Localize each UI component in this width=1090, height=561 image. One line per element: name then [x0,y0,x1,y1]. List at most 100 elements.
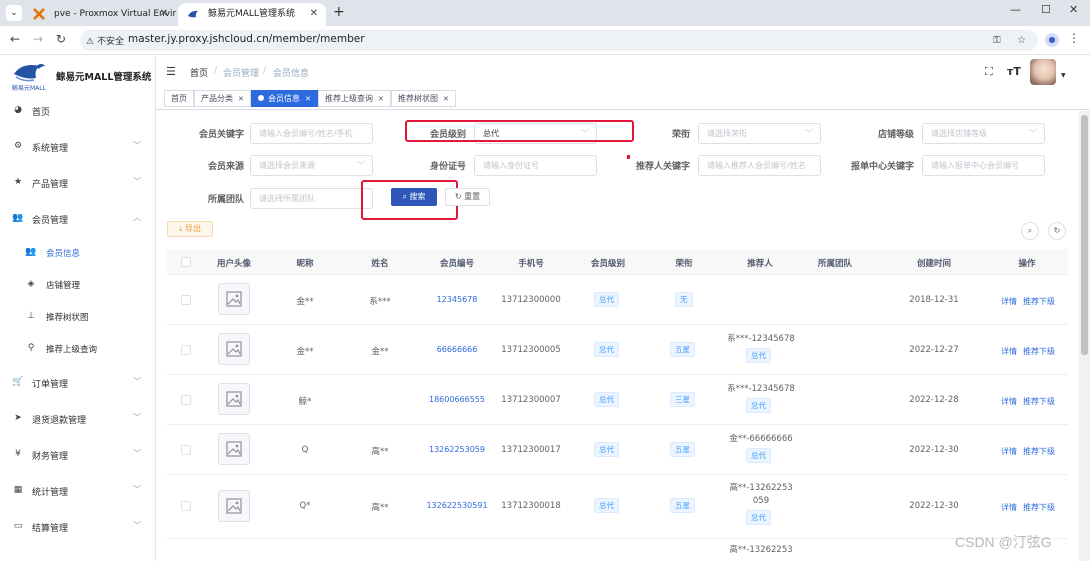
fullscreen-icon[interactable]: ⛶ [985,65,993,79]
forward-arrow-icon[interactable]: → [33,32,43,46]
toggle-search-icon[interactable]: ⌕ [1021,222,1039,240]
font-size-icon[interactable]: тT [1007,65,1021,78]
browser-tab-mall[interactable]: 鲸易元MALL管理系统 ✕ [178,3,326,26]
sub-link[interactable]: 推荐下级 [1023,446,1055,457]
sidebar-sub-tree[interactable]: ⊥ 推荐树状图 [0,302,155,334]
team-select[interactable]: 请选择所属团队 [250,188,373,209]
honor-tag: 无 [675,292,693,307]
chevron-down-icon: ﹀ [133,521,141,530]
source-select[interactable]: 请选择会员来源 ﹀ [250,155,373,176]
sidebar-item-settlement[interactable]: ▭ 结算管理 ﹀ [0,510,155,546]
url-text[interactable]: master.jy.proxy.jshcloud.cn/member/membe… [128,33,365,45]
sidebar-item-member[interactable]: 👥 会员管理 ︿ [0,202,155,238]
breadcrumb-member[interactable]: 会员管理 [223,66,259,79]
honor-select[interactable]: 请选择荣衔 ﹀ [698,123,821,144]
referrer-input[interactable]: 请输入推荐人会员编号/姓名 [698,155,821,176]
detail-link[interactable]: 详情 [1001,296,1017,307]
tag-upline-query[interactable]: 推荐上级查询 ✕ [318,90,391,107]
level-tag: 总代 [594,342,619,357]
sub-link[interactable]: 推荐下级 [1023,296,1055,307]
key-icon[interactable]: ⚿ [993,35,1001,46]
search-button[interactable]: ⌕ 搜索 [391,188,437,206]
page-scrollbar[interactable] [1079,111,1090,561]
user-avatar[interactable] [1030,59,1056,85]
row-checkbox[interactable] [181,345,191,355]
close-icon[interactable]: ✕ [238,95,244,103]
sidebar-item-stats[interactable]: ▦ 统计管理 ﹀ [0,474,155,510]
address-toolbar: ← → ↻ ⚠ 不安全 master.jy.proxy.jshcloud.cn/… [0,26,1090,55]
close-icon[interactable]: ✕ [443,95,449,103]
honor-label: 荣衔 [671,130,690,140]
new-tab-plus-icon[interactable]: + [333,4,345,20]
tags-view: 首页 产品分类 ✕ 会员信息 ✕ 推荐上级查询 ✕ 推荐树状图 ✕ [156,88,1090,110]
caret-down-icon[interactable]: ▼ [1061,72,1066,79]
sub-link[interactable]: 推荐下级 [1023,396,1055,407]
tag-member-info[interactable]: 会员信息 ✕ [251,90,318,107]
sub-link[interactable]: 推荐下级 [1023,502,1055,513]
tab-search-chevron-icon[interactable]: ⌄ [6,5,22,21]
chevron-up-icon: ︿ [133,213,141,222]
sidebar-item-product[interactable]: ★ 产品管理 ﹀ [0,166,155,202]
browser-tab-pve[interactable]: pve - Proxmox Virtual Environ ✕ [24,3,176,26]
close-icon[interactable]: ✕ [160,3,168,25]
table-header: 用户头像 昵称 姓名 会员编号 手机号 会员级别 荣衔 推荐人 所属团队 创建时… [167,249,1068,275]
tag-label: 会员信息 [268,94,300,103]
sidebar-sub-member-info[interactable]: 👥 会员信息 [0,238,155,270]
security-indicator[interactable]: ⚠ 不安全 [86,34,124,47]
honor-tag: 三星 [670,392,695,407]
sidebar-item-finance[interactable]: ¥ 财务管理 ﹀ [0,438,155,474]
col-nickname: 昵称 [296,259,314,269]
store-level-select[interactable]: 请选择店铺等级 ﹀ [922,123,1045,144]
row-checkbox[interactable] [181,395,191,405]
tag-tree[interactable]: 推荐树状图 ✕ [391,90,456,107]
sidebar-item-refund[interactable]: ➤ 退货退款管理 ﹀ [0,402,155,438]
sidebar-item-home[interactable]: ◕ 首页 [0,94,155,130]
menu-fold-icon[interactable]: ☰ [166,65,176,78]
profile-icon[interactable]: ● [1045,33,1059,47]
id-card-input[interactable]: 请输入身份证号 [474,155,597,176]
referrer-level-tag: 总代 [746,348,771,363]
row-checkbox[interactable] [181,501,191,511]
sidebar-sub-upline[interactable]: ⚲ 推荐上级查询 [0,334,155,366]
url-bar[interactable]: ⚠ 不安全 master.jy.proxy.jshcloud.cn/member… [80,30,1038,51]
select-all-checkbox[interactable] [181,257,191,267]
cell-phone: 13712300017 [501,445,561,455]
scrollbar-thumb[interactable] [1081,115,1088,355]
cell-nickname: Q* [299,501,311,511]
col-referrer: 推荐人 [747,259,773,269]
col-code: 会员编号 [439,259,474,269]
close-icon[interactable]: ✕ [305,95,311,103]
tag-home[interactable]: 首页 [164,90,194,107]
breadcrumb-home[interactable]: 首页 [190,66,208,79]
row-checkbox[interactable] [181,445,191,455]
back-arrow-icon[interactable]: ← [10,32,20,46]
reset-button[interactable]: ↻ 重置 [445,188,490,206]
browser-menu-icon[interactable]: ⋮ [1068,31,1080,45]
refresh-table-icon[interactable]: ↻ [1048,222,1066,240]
row-checkbox[interactable] [181,295,191,305]
window-close-icon[interactable]: ✕ [1069,3,1078,16]
detail-link[interactable]: 详情 [1001,346,1017,357]
center-input[interactable]: 请输入报单中心会员编号 [922,155,1045,176]
detail-link[interactable]: 详情 [1001,502,1017,513]
close-icon[interactable]: ✕ [310,3,318,25]
close-icon[interactable]: ✕ [378,95,384,103]
detail-link[interactable]: 详情 [1001,396,1017,407]
chevron-down-icon: ﹀ [133,413,141,422]
sidebar-sub-store[interactable]: ◈ 店铺管理 [0,270,155,302]
reload-icon[interactable]: ↻ [56,32,66,46]
detail-link[interactable]: 详情 [1001,446,1017,457]
cell-phone: 13712300005 [501,345,561,355]
sidebar-item-system[interactable]: ⚙ 系统管理 ﹀ [0,130,155,166]
cell-created: 2022-12-30 [909,445,959,455]
tag-product-category[interactable]: 产品分类 ✕ [194,90,251,107]
bookmark-star-icon[interactable]: ☆ [1017,35,1026,46]
minimize-icon[interactable]: — [1010,3,1021,16]
maximize-icon[interactable]: ☐ [1041,3,1051,16]
sub-link[interactable]: 推荐下级 [1023,346,1055,357]
export-button[interactable]: ⤓ 导出 [167,221,213,237]
sidebar-item-order[interactable]: 🛒 订单管理 ﹀ [0,366,155,402]
keyword-input[interactable]: 请输入会员编号/姓名/手机 [250,123,373,144]
tree-icon: ⊥ [27,311,35,321]
avatar-placeholder [218,333,250,365]
